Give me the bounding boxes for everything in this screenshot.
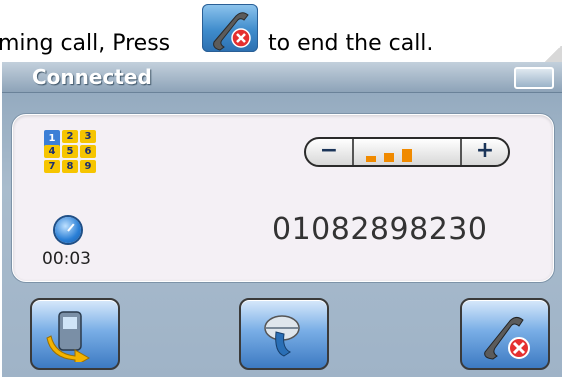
end-call-icon [202, 4, 258, 52]
call-duration: 00:03 [42, 249, 91, 269]
call-screen: Connected 1 2 3 4 5 6 7 8 9 − + 00:03 01… [2, 62, 562, 377]
instruction-line: ming call, Press to end the call. [0, 0, 562, 68]
key-9: 9 [80, 160, 96, 173]
key-8: 8 [62, 160, 78, 173]
volume-level[interactable] [354, 139, 458, 165]
mute-button[interactable] [239, 298, 329, 370]
volume-down-button[interactable]: − [306, 139, 354, 165]
volume-bar [366, 156, 376, 162]
key-2: 2 [62, 130, 78, 143]
instruction-text-before: ming call, Press [0, 31, 171, 56]
phone-transfer-icon [46, 311, 91, 362]
volume-up-button[interactable]: + [460, 139, 508, 165]
mute-icon [264, 315, 300, 357]
switch-window-icon[interactable] [514, 67, 554, 89]
transfer-button[interactable] [30, 298, 120, 370]
keypad-icon[interactable]: 1 2 3 4 5 6 7 8 9 [44, 130, 96, 173]
end-call-button[interactable] [460, 298, 550, 370]
key-5: 5 [62, 145, 78, 158]
phone-number: 01082898230 [272, 212, 488, 247]
key-7: 7 [44, 160, 60, 173]
title-bar: Connected [2, 62, 562, 93]
clock-icon [55, 217, 81, 243]
window-title: Connected [32, 65, 152, 89]
clock-hand [67, 223, 75, 232]
volume-control: − + [304, 137, 510, 167]
key-6: 6 [80, 145, 96, 158]
volume-bar [384, 153, 394, 162]
key-4: 4 [44, 145, 60, 158]
volume-bar [402, 149, 412, 162]
key-3: 3 [80, 130, 96, 143]
instruction-text-after: to end the call. [268, 31, 434, 56]
end-call-icon [484, 316, 530, 360]
